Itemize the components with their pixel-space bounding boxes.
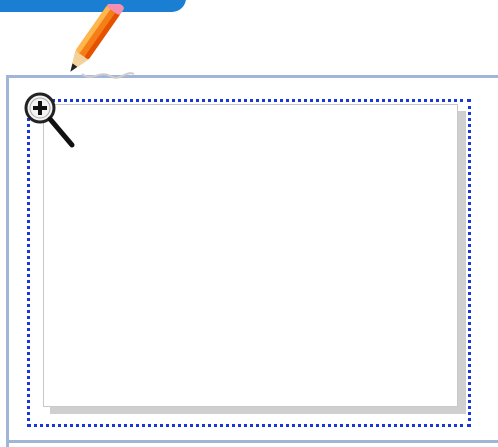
drawing-page	[0, 0, 498, 447]
drawing-canvas[interactable]	[43, 104, 458, 407]
zoom-in-icon[interactable]	[22, 90, 78, 150]
pencil-icon	[70, 4, 135, 79]
outer-frame-bottom-edge	[6, 440, 498, 443]
